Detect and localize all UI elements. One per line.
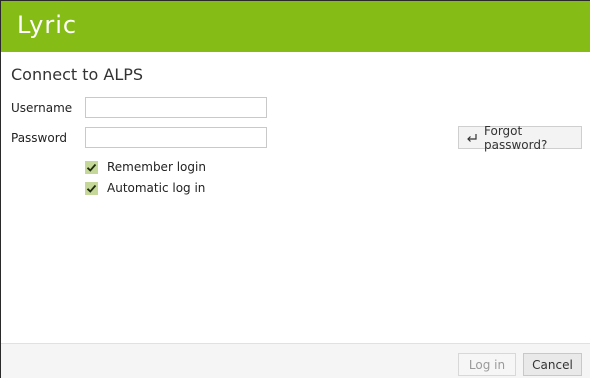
page-title: Connect to ALPS: [11, 65, 144, 84]
automatic-login-checkbox[interactable]: Automatic log in: [85, 181, 205, 195]
checkmark-icon: [85, 160, 98, 174]
cancel-button[interactable]: Cancel: [523, 353, 582, 376]
login-button[interactable]: Log in: [458, 353, 516, 376]
remember-login-label: Remember login: [107, 160, 206, 174]
username-label: Username: [11, 101, 73, 115]
password-label: Password: [11, 131, 68, 145]
login-window: Lyric Connect to ALPS Username Password …: [0, 0, 590, 378]
return-arrow-icon: [466, 132, 478, 144]
app-logo: Lyric: [17, 11, 78, 39]
app-header: Lyric: [1, 1, 590, 52]
remember-login-checkbox[interactable]: Remember login: [85, 160, 206, 174]
password-input[interactable]: [85, 127, 267, 148]
forgot-password-label: Forgot password?: [484, 123, 548, 152]
username-input[interactable]: [85, 97, 267, 118]
automatic-login-label: Automatic log in: [107, 181, 206, 195]
checkmark-icon: [85, 181, 98, 195]
forgot-password-button[interactable]: Forgot password?: [458, 123, 582, 152]
